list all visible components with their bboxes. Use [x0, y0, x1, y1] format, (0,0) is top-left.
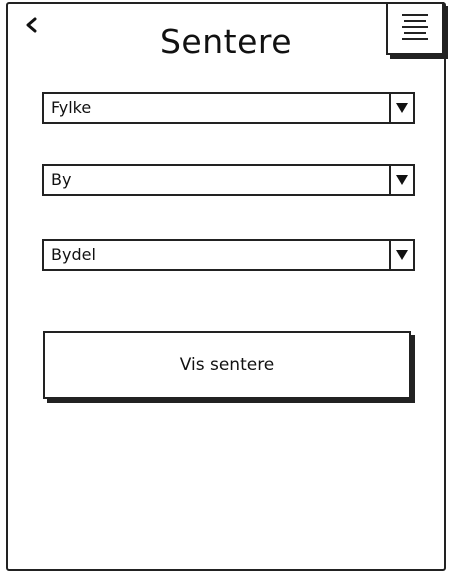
county-select-toggle[interactable] — [389, 94, 413, 122]
city-select-value: By — [51, 170, 72, 189]
triangle-down-icon — [396, 103, 408, 113]
county-select-value: Fylke — [51, 98, 92, 117]
triangle-down-icon — [396, 250, 408, 260]
city-select[interactable]: By — [42, 164, 415, 196]
show-centers-button[interactable]: Vis sentere — [43, 331, 411, 399]
phone-screen-frame: Sentere — [6, 2, 446, 571]
hamburger-menu-icon — [402, 14, 428, 40]
district-select-toggle[interactable] — [389, 241, 413, 269]
page-title: Sentere — [159, 22, 293, 61]
district-select[interactable]: Bydel — [42, 239, 415, 271]
district-select-value: Bydel — [51, 245, 96, 264]
county-select[interactable]: Fylke — [42, 92, 415, 124]
city-select-toggle[interactable] — [389, 166, 413, 194]
triangle-down-icon — [396, 175, 408, 185]
menu-button[interactable] — [386, 2, 444, 55]
